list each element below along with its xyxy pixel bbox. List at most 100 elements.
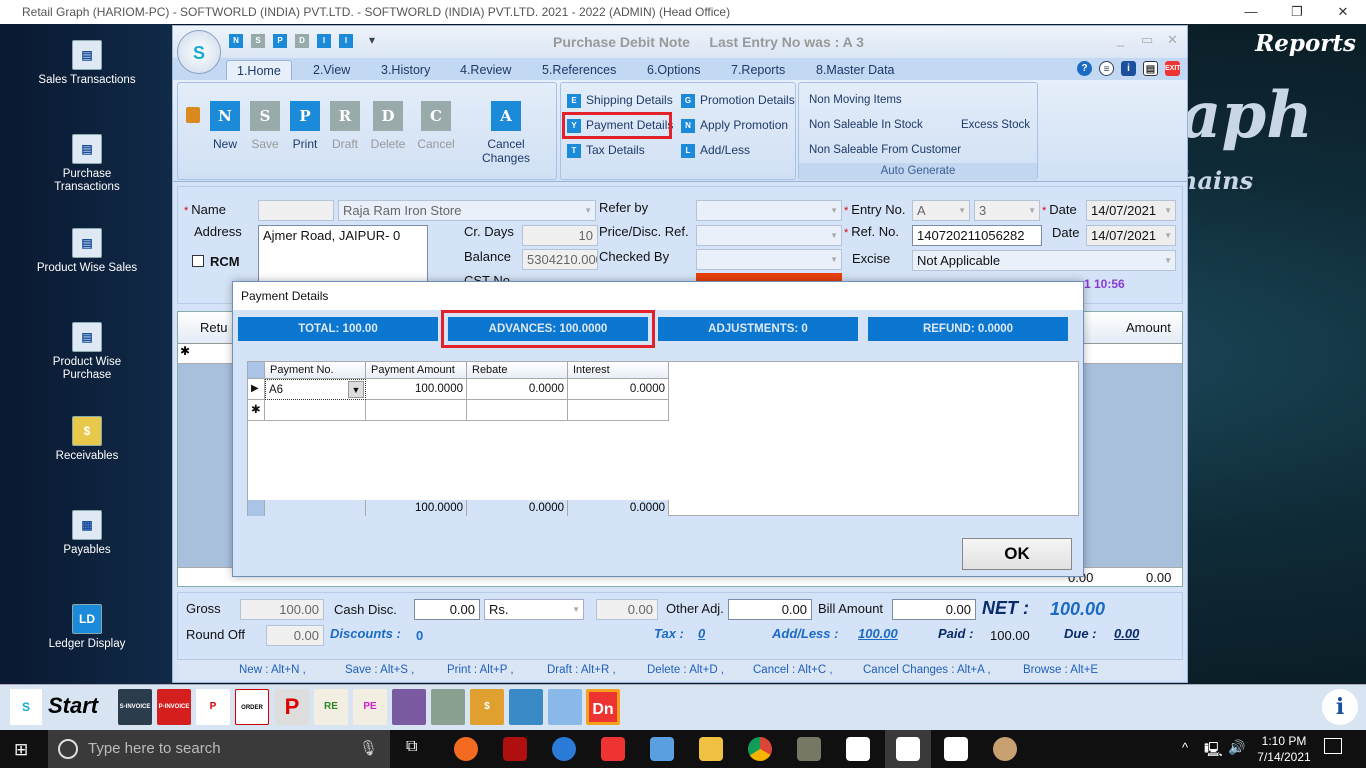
rcm-checkbox[interactable]: RCM	[192, 254, 240, 269]
bank-transfer-icon[interactable]	[431, 689, 465, 725]
tab-options[interactable]: 6.Options	[637, 60, 711, 81]
new-row-cell[interactable]	[366, 400, 467, 421]
close-button[interactable]: ✕	[1320, 0, 1366, 24]
cr-days-field[interactable]: 10	[522, 225, 598, 246]
payment-no-combo[interactable]: A6 ▼	[265, 379, 366, 400]
new-row-cell[interactable]	[265, 400, 366, 421]
tab-view[interactable]: 2.View	[303, 60, 360, 81]
payables-shortcut[interactable]: ▦ Payables	[30, 510, 144, 557]
calculator-icon[interactable]: ≡	[1099, 61, 1114, 76]
debit-note-icon[interactable]: Dn	[586, 689, 620, 725]
remote-desktop-icon[interactable]	[552, 737, 576, 761]
quick-delete-icon[interactable]: D	[295, 34, 309, 48]
windows-start-icon[interactable]: ⊞	[14, 740, 28, 760]
purchase-transactions-shortcut[interactable]: ▤ Purchase Transactions	[30, 134, 144, 194]
cash-register-icon[interactable]	[392, 689, 426, 725]
ledger-display-shortcut[interactable]: LD Ledger Display	[30, 604, 144, 651]
tax-details-button[interactable]: T Tax Details	[567, 141, 645, 159]
volume-icon[interactable]: 🔊	[1228, 739, 1245, 756]
network-computer-icon[interactable]	[650, 737, 674, 761]
purchase-icon[interactable]: P	[196, 689, 230, 725]
checkbox-icon[interactable]	[192, 255, 204, 267]
clock[interactable]: 1:10 PM 7/14/2021	[1256, 733, 1312, 765]
non-saleable-from-customer-button[interactable]: Non Saleable From Customer	[809, 141, 961, 159]
non-moving-items-button[interactable]: Non Moving Items	[809, 91, 902, 109]
customize-toolbar-icon[interactable]: ▾	[369, 33, 375, 47]
paint-icon[interactable]	[993, 737, 1017, 761]
shipping-details-button[interactable]: E Shipping Details	[567, 91, 673, 109]
column-header-return[interactable]: Retu	[200, 320, 227, 335]
order-book-icon[interactable]: ORDER BOOK	[235, 689, 269, 747]
info-icon[interactable]: i	[1121, 61, 1136, 76]
app-maximize-button[interactable]: ▭	[1141, 32, 1153, 48]
product-wise-purchase-shortcut[interactable]: ▤ Product Wise Purchase	[30, 322, 144, 382]
refer-by-combo[interactable]: ▼	[696, 200, 842, 221]
column-header-payment-amount[interactable]: Payment Amount	[366, 362, 467, 379]
column-header-amount[interactable]: Amount	[1126, 320, 1171, 335]
tab-home[interactable]: 1.Home	[226, 60, 292, 81]
tab-master-data[interactable]: 8.Master Data	[806, 60, 905, 81]
app-close-button[interactable]: ✕	[1167, 32, 1178, 48]
draft-button[interactable]: R Draft	[328, 101, 362, 151]
notes-app-icon[interactable]	[846, 737, 870, 761]
info-icon[interactable]: i	[1322, 689, 1358, 725]
ref-date-picker[interactable]: 14/07/2021 ▼	[1086, 225, 1176, 246]
payment-amount-cell[interactable]: 100.0000	[366, 379, 467, 400]
tab-history[interactable]: 3.History	[371, 60, 440, 81]
sales-transactions-shortcut[interactable]: ▤ Sales Transactions	[30, 40, 144, 87]
column-header-interest[interactable]: Interest	[568, 362, 669, 379]
receivables-shortcut[interactable]: $ Receivables	[30, 416, 144, 463]
checked-by-combo[interactable]: ▼	[696, 249, 842, 270]
ref-no-field[interactable]: 140720211056282	[912, 225, 1042, 246]
column-header-payment-no[interactable]: Payment No.	[265, 362, 366, 379]
tax-value[interactable]: 0	[698, 626, 705, 641]
apply-promotion-button[interactable]: N Apply Promotion	[681, 116, 788, 134]
taskbar-search[interactable]: Type here to search 🎙	[48, 730, 390, 768]
print-button[interactable]: P Print	[288, 101, 322, 151]
entry-series-combo[interactable]: A ▼	[912, 200, 970, 221]
price-disc-ref-combo[interactable]: ▼	[696, 225, 842, 246]
tab-reports[interactable]: 7.Reports	[721, 60, 795, 81]
rebate-cell[interactable]: 0.0000	[467, 379, 568, 400]
microphone-icon[interactable]: 🎙	[359, 730, 378, 768]
restore-button[interactable]: ❐	[1274, 0, 1320, 24]
app-logo[interactable]: S	[177, 30, 221, 74]
add-less-button[interactable]: L Add/Less	[681, 141, 750, 159]
column-header-rebate[interactable]: Rebate	[467, 362, 568, 379]
tab-review[interactable]: 4.Review	[450, 60, 521, 81]
dropdown-arrow-icon[interactable]: ▼	[348, 381, 364, 398]
photos-icon[interactable]	[944, 737, 968, 761]
receipt-entry-icon[interactable]: RE	[314, 689, 348, 725]
network-icon[interactable]: 🖳	[1204, 739, 1223, 763]
filezilla-icon[interactable]	[503, 737, 527, 761]
anydesk-icon[interactable]	[601, 737, 625, 761]
date-picker[interactable]: 14/07/2021 ▼	[1086, 200, 1176, 221]
help-icon[interactable]: ?	[1077, 61, 1092, 76]
app-minimize-button[interactable]: _	[1117, 32, 1124, 47]
party-code-field[interactable]	[258, 200, 334, 221]
shapes-icon[interactable]	[509, 689, 543, 725]
retail-graph-taskbar-button[interactable]	[885, 730, 931, 768]
entry-no-combo[interactable]: 3 ▼	[974, 200, 1040, 221]
notifications-icon[interactable]	[1324, 738, 1342, 754]
payment-entry-icon[interactable]: PE	[353, 689, 387, 725]
product-wise-sales-shortcut[interactable]: ▤ Product Wise Sales	[30, 228, 144, 275]
chrome-icon[interactable]	[748, 737, 772, 761]
non-saleable-in-stock-button[interactable]: Non Saleable In Stock	[809, 116, 923, 134]
exit-icon[interactable]: EXIT	[1165, 61, 1181, 76]
money-bag-icon[interactable]: $	[470, 689, 504, 725]
cancel-changes-button[interactable]: A Cancel Changes	[464, 101, 548, 165]
cancel-button[interactable]: C Cancel	[414, 101, 458, 151]
sales-invoice-icon[interactable]: S-INVOICE	[118, 689, 152, 725]
quick-last-icon[interactable]: I	[339, 34, 353, 48]
quick-print-icon[interactable]: P	[273, 34, 287, 48]
tab-references[interactable]: 5.References	[532, 60, 626, 81]
select-all-corner[interactable]	[248, 362, 265, 379]
quick-new-icon[interactable]: N	[229, 34, 243, 48]
cash-disc-unit-combo[interactable]: Rs. ▼	[484, 599, 584, 620]
round-off-field[interactable]: 0.00	[266, 625, 324, 646]
purchase-order-icon[interactable]: P	[275, 689, 309, 725]
minimize-button[interactable]: —	[1228, 0, 1274, 24]
ok-button[interactable]: OK	[962, 538, 1072, 570]
show-hidden-icons[interactable]: ^	[1182, 740, 1188, 755]
